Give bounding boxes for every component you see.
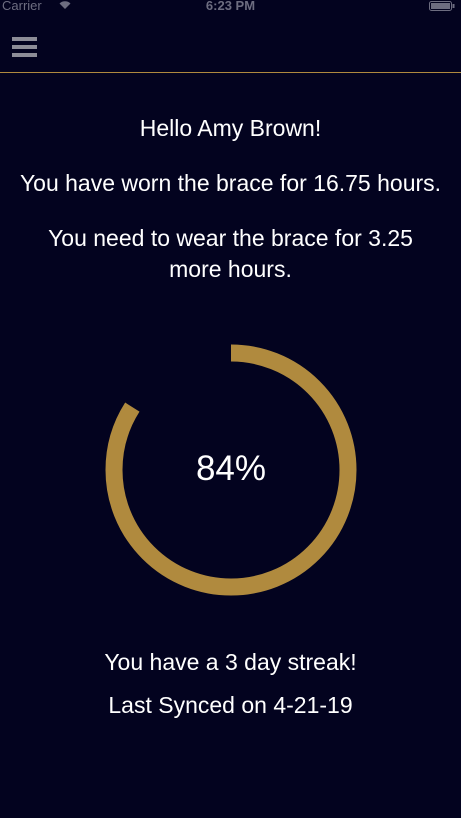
hamburger-menu-icon-bar xyxy=(12,45,37,49)
clock-label: 6:23 PM xyxy=(205,0,256,13)
menu-button[interactable] xyxy=(10,34,40,58)
hours-remaining-text: You need to wear the brace for 3.25 more… xyxy=(48,225,413,282)
status-bar: Carrier 6:23 PM xyxy=(0,0,461,16)
hamburger-menu-icon xyxy=(12,37,37,41)
battery-icon xyxy=(429,1,455,11)
brace-tracker-screen: Carrier 6:23 PM Hello Amy Brown! You hav… xyxy=(0,0,461,818)
streak-text: You have a 3 day streak! xyxy=(104,649,357,675)
hamburger-menu-icon-bar xyxy=(12,53,37,57)
navigation-bar xyxy=(0,16,461,73)
progress-percent-label: 84% xyxy=(195,449,267,488)
hours-worn-text: You have worn the brace for 16.75 hours. xyxy=(19,170,442,196)
greeting-text: Hello Amy Brown! xyxy=(139,115,322,141)
last-synced-text: Last Synced on 4-21-19 xyxy=(108,692,353,718)
